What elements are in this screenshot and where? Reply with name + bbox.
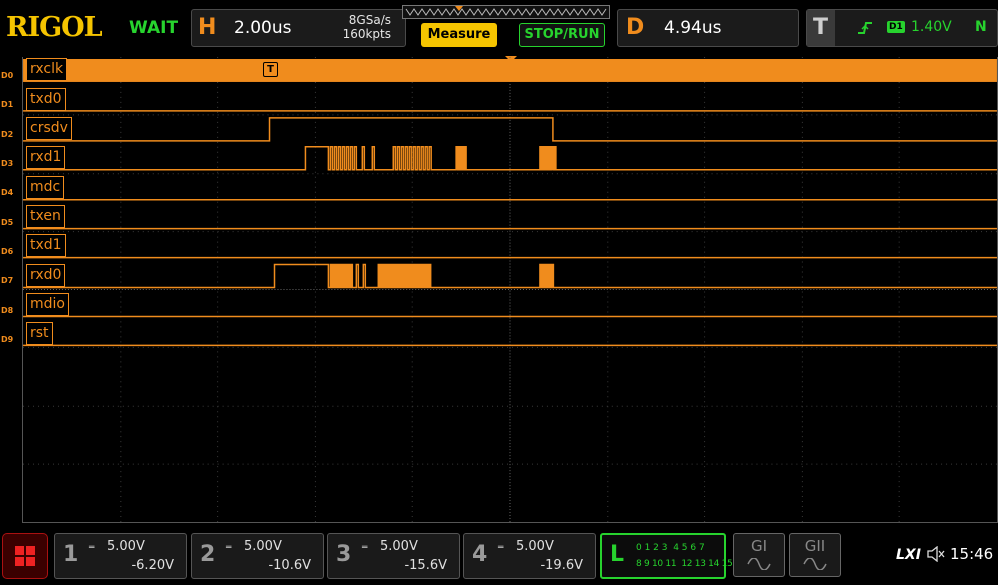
trigger-source: D1 xyxy=(887,21,905,33)
horizontal-letter: H xyxy=(198,15,217,40)
channel-4-offset: -19.6V xyxy=(540,558,583,573)
waveform-grid[interactable] xyxy=(22,57,998,523)
channel-3-offset: -15.6V xyxy=(404,558,447,573)
channel-2-scale: 5.00V xyxy=(244,539,282,554)
channel-tag-d5: D5 xyxy=(1,218,14,227)
channel-label-rxd1[interactable]: rxd1 xyxy=(26,146,66,169)
delay-panel[interactable]: D 4.94us xyxy=(617,9,799,47)
channel-label-rxd0[interactable]: rxd0 xyxy=(26,264,66,287)
grid-lines xyxy=(23,57,997,522)
channel-label-txen[interactable]: txen xyxy=(26,205,65,228)
trigger-letter: T xyxy=(813,15,829,40)
timebase-value: 2.00us xyxy=(234,18,292,38)
horizontal-panel[interactable]: H 2.00us 8GSa/s 160kpts xyxy=(191,9,406,47)
channel-2-box[interactable]: 2 ═ 5.00V -10.6V xyxy=(191,533,324,579)
sample-rate: 8GSa/s xyxy=(348,13,391,27)
trigger-letter-box: T xyxy=(807,10,835,46)
sine-wave-icon xyxy=(747,558,771,570)
channel-label-txd1[interactable]: txd1 xyxy=(26,234,66,257)
dc-coupling-icon: ═ xyxy=(226,543,232,553)
channel-label-mdio[interactable]: mdio xyxy=(26,293,69,316)
logic-channels-low: 0 1 2 3 4 5 6 7 xyxy=(636,543,705,553)
channel-2-number: 2 xyxy=(200,542,216,567)
generator-1-button[interactable]: GI xyxy=(733,533,785,577)
sine-wave-icon xyxy=(803,558,827,570)
stop-run-button[interactable]: STOP/RUN xyxy=(519,23,605,47)
channel-2-offset: -10.6V xyxy=(268,558,311,573)
measure-button[interactable]: Measure xyxy=(421,23,497,47)
run-state: WAIT xyxy=(129,18,179,38)
lxi-logo: LXI xyxy=(896,547,921,563)
channel-4-box[interactable]: 4 ═ 5.00V -19.6V xyxy=(463,533,596,579)
rigol-logo: RIGOL xyxy=(6,12,103,43)
channel-tag-d9: D9 xyxy=(1,335,14,344)
channel-tag-d6: D6 xyxy=(1,247,14,256)
trace-rxclk xyxy=(23,58,997,82)
rising-edge-icon xyxy=(858,22,872,34)
dc-coupling-icon: ═ xyxy=(498,543,504,553)
channel-3-box[interactable]: 3 ═ 5.00V -15.6V xyxy=(327,533,460,579)
channel-1-number: 1 xyxy=(63,542,79,567)
waveform-position-strip xyxy=(402,5,610,19)
memory-depth: 160kpts xyxy=(342,27,391,41)
logic-analyzer-box[interactable]: L 0 1 2 3 4 5 6 7 8 9 10 11 12 13 14 15 xyxy=(600,533,733,579)
generator-1-label: GI xyxy=(750,537,768,555)
dc-coupling-icon: ═ xyxy=(362,543,368,553)
channel-label-rst[interactable]: rst xyxy=(26,322,53,345)
generator-2-label: GII xyxy=(804,537,826,555)
channel-4-number: 4 xyxy=(472,542,488,567)
channel-tag-d4: D4 xyxy=(1,188,14,197)
home-button[interactable] xyxy=(2,533,48,579)
channel-tag-d8: D8 xyxy=(1,306,14,315)
dc-coupling-icon: ═ xyxy=(89,543,95,553)
channel-1-offset: -6.20V xyxy=(131,558,174,573)
channel-tag-d0: D0 xyxy=(1,71,14,80)
channel-tag-d1: D1 xyxy=(1,100,14,109)
grid-menu-icon xyxy=(15,546,35,566)
channel-tag-d3: D3 xyxy=(1,159,14,168)
channel-4-scale: 5.00V xyxy=(516,539,554,554)
delay-letter: D xyxy=(626,15,645,40)
channel-3-scale: 5.00V xyxy=(380,539,418,554)
trigger-mode: N xyxy=(975,19,987,35)
channel-tag-d7: D7 xyxy=(1,276,14,285)
clock-time: 15:46 xyxy=(950,545,994,563)
channel-label-crsdv[interactable]: crsdv xyxy=(26,117,72,140)
delay-value: 4.94us xyxy=(664,18,722,38)
channel-3-number: 3 xyxy=(336,542,352,567)
trigger-point-marker: T xyxy=(263,62,278,77)
logic-letter: L xyxy=(610,542,625,567)
channel-1-box[interactable]: 1 ═ 5.00V -6.20V xyxy=(54,533,187,579)
trigger-level: 1.40V xyxy=(911,19,952,35)
logic-channels-high: 8 9 10 11 12 13 14 15 xyxy=(636,559,733,569)
channel-tag-d2: D2 xyxy=(1,130,14,139)
channel-1-scale: 5.00V xyxy=(107,539,145,554)
speaker-muted-icon[interactable] xyxy=(927,546,945,562)
channel-label-txd0[interactable]: txd0 xyxy=(26,88,66,111)
generator-2-button[interactable]: GII xyxy=(789,533,841,577)
channel-label-mdc[interactable]: mdc xyxy=(26,176,65,199)
trigger-panel[interactable]: T D1 1.40V N xyxy=(806,9,998,47)
top-bar: RIGOL WAIT H 2.00us 8GSa/s 160kpts Measu… xyxy=(0,0,998,57)
channel-label-rxclk[interactable]: rxclk xyxy=(26,58,68,81)
